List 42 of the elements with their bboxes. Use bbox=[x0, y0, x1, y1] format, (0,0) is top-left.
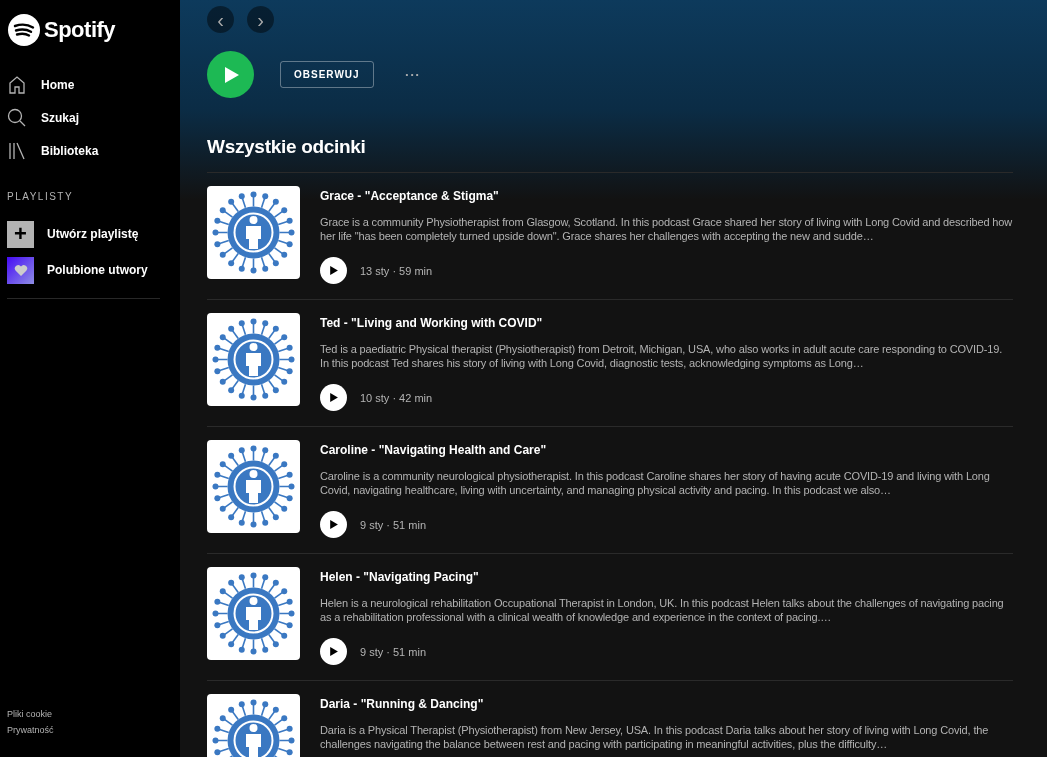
episode-meta: 9 sty · 51 min bbox=[360, 645, 427, 658]
nav-link[interactable]: Home bbox=[7, 68, 173, 101]
section-title: Wszystkie odcinki bbox=[207, 136, 367, 158]
episode-play-button[interactable] bbox=[320, 511, 347, 538]
search-icon bbox=[7, 107, 27, 128]
footer-link[interactable]: Prywatność bbox=[7, 725, 173, 735]
nav-link[interactable]: Biblioteka bbox=[7, 134, 173, 167]
episode-title[interactable]: Ted - "Living and Working with COVID" bbox=[320, 316, 1013, 330]
play-icon bbox=[328, 392, 339, 403]
episode-meta: 9 sty · 51 min bbox=[360, 518, 427, 531]
footer-link[interactable]: Pliki cookie bbox=[7, 709, 173, 719]
episode-play-button[interactable] bbox=[320, 384, 347, 411]
episode-title[interactable]: Helen - "Navigating Pacing" bbox=[320, 570, 1013, 584]
episode-play-button[interactable] bbox=[320, 638, 347, 665]
episode-meta: 13 sty · 59 min bbox=[360, 264, 433, 277]
episode-title[interactable]: Caroline - "Navigating Health and Care" bbox=[320, 443, 1013, 457]
section-heading: PLAYLISTY bbox=[7, 191, 75, 202]
episode-description: Caroline is a community neurological physiotherapist. In this podcast Caroline shares her story of having acute COVID-19 and living with Long Covid, navigating healthcare, living with uncertainty, and managing physical activity and pacing. In this podcast we also… bbox=[320, 469, 991, 497]
logo-icon bbox=[8, 14, 40, 46]
more-button[interactable]: • • • bbox=[399, 69, 425, 80]
episode-meta: 10 sty · 42 min bbox=[360, 391, 433, 404]
plus-icon: + bbox=[7, 220, 34, 248]
follow-button[interactable]: OBSERWUJ bbox=[280, 61, 374, 88]
back-button[interactable]: ‹ bbox=[207, 6, 234, 33]
play-icon bbox=[328, 265, 339, 276]
episode-title[interactable]: Daria - "Running & Dancing" bbox=[320, 697, 1013, 711]
episode-description: Ted is a paediatric Physical therapist (Physiotherapist) from Detroit, Michigan, USA, who also works in adult acute care responding to COVID-19. In this podcast Ted shares his story of living with Long Covid, diagnostic tests, acknowledging symptoms as Long… bbox=[320, 342, 1004, 370]
episode-description: Grace is a community Physiotherapist from Glasgow, Scotland. In this podcast Grace shared her story of living with Long Covid and described how her life "has been completely turned upside down". Grace shares her challenges with accepting the new and sudde… bbox=[320, 215, 1013, 243]
episode-description: Daria is a Physical Therapist (Physiotherapist) from New Jersey, USA. In this podcast Daria talks about her story of living with Long Covid, the challenges navigating the balance between rest and pacing with participating in meaningful activities, plus the difficulty… bbox=[320, 723, 990, 751]
create-playlist-link[interactable]: + Utwórz playlistę bbox=[7, 216, 173, 252]
play-icon bbox=[328, 646, 339, 657]
play-icon bbox=[328, 519, 339, 530]
play-button[interactable] bbox=[207, 51, 254, 98]
home-icon bbox=[7, 74, 27, 95]
library-icon bbox=[7, 140, 27, 161]
episode-title[interactable]: Grace - "Acceptance & Stigma" bbox=[320, 189, 1013, 203]
episode-play-button[interactable] bbox=[320, 257, 347, 284]
logo-wordmark: Spotify bbox=[44, 17, 116, 43]
liked-songs-link[interactable]: Polubione utwory bbox=[7, 252, 173, 288]
forward-button[interactable]: › bbox=[247, 6, 274, 33]
nav-link[interactable]: Szukaj bbox=[7, 101, 173, 134]
episode-description: Helen is a neurological rehabilitation Occupational Therapist in London, UK. In this podcast Helen talks about the challenges of navigating pacing as a rehabilitation professional with a clinical wealth of knowledge and experience in the context of pacing.… bbox=[320, 596, 1005, 624]
